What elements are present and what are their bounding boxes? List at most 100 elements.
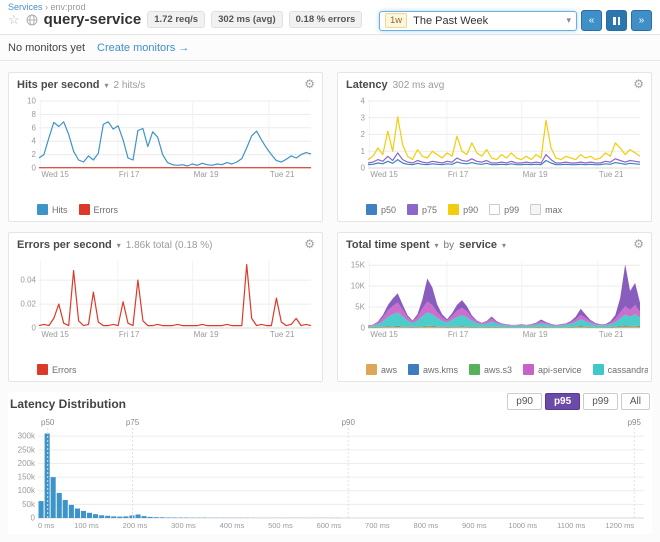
globe-icon[interactable] [26, 14, 38, 26]
legend-item-Errors[interactable]: Errors [79, 204, 119, 215]
svg-text:400 ms: 400 ms [220, 521, 245, 530]
svg-text:Wed 15: Wed 15 [41, 170, 69, 179]
svg-text:50k: 50k [22, 500, 36, 509]
legend-item-aws.s3[interactable]: aws.s3 [469, 364, 512, 375]
hits-legend: Hits Errors [37, 204, 319, 215]
legend-item-max[interactable]: max [530, 204, 562, 215]
legend-item-p99[interactable]: p99 [489, 204, 519, 215]
time-range-input[interactable]: 1w The Past Week ▾ [379, 11, 577, 31]
hits-panel-title[interactable]: Hits per second [17, 79, 100, 91]
svg-text:200k: 200k [18, 459, 36, 468]
percentile-button-p90[interactable]: p90 [507, 393, 542, 410]
legend-swatch [489, 204, 500, 215]
legend-swatch [366, 204, 377, 215]
latency-chart: 01234Wed 15Fri 17Mar 19Tue 21 [344, 97, 643, 181]
svg-text:4: 4 [361, 97, 366, 106]
group-by-selector[interactable]: service [459, 239, 497, 251]
svg-text:1000 ms: 1000 ms [508, 521, 537, 530]
hits-panel-subtitle: 2 hits/s [114, 80, 146, 91]
group-by-label: by [444, 240, 455, 251]
monitors-status: No monitors yet [8, 42, 85, 54]
legend-item-Hits[interactable]: Hits [37, 204, 68, 215]
svg-text:Fri 17: Fri 17 [119, 330, 140, 339]
legend-label: aws [381, 365, 397, 375]
svg-text:0.04: 0.04 [20, 276, 36, 285]
time-back-button[interactable]: « [581, 10, 602, 31]
latency-distribution-title: Latency Distribution [10, 397, 126, 411]
time-forward-button[interactable]: » [631, 10, 652, 31]
latency-distribution-chart: 050k100k150k200k250k300kp50p75p90p950 ms… [8, 416, 652, 532]
legend-item-aws[interactable]: aws [366, 364, 397, 375]
svg-text:5K: 5K [355, 303, 365, 312]
latency-panel: Latency 302 ms avg ⚙ 01234Wed 15Fri 17Ma… [337, 72, 652, 222]
gear-icon[interactable]: ⚙ [304, 77, 315, 91]
svg-text:0: 0 [361, 324, 366, 333]
percentile-button-all[interactable]: All [621, 393, 650, 410]
svg-text:100 ms: 100 ms [74, 521, 99, 530]
legend-item-Errors[interactable]: Errors [37, 364, 77, 375]
time-controls: 1w The Past Week ▾ « » [379, 10, 652, 31]
latency-panel-subtitle: 302 ms avg [393, 80, 445, 91]
svg-text:p75: p75 [126, 418, 140, 427]
legend-item-p90[interactable]: p90 [448, 204, 478, 215]
legend-item-aws.kms[interactable]: aws.kms [408, 364, 458, 375]
requests-badge: 1.72 req/s [147, 11, 205, 28]
legend-label: cassandra [608, 365, 648, 375]
hits-panel: Hits per second ▾ 2 hits/s ⚙ 0246810Wed … [8, 72, 323, 222]
legend-label: p99 [504, 205, 519, 215]
pause-icon [618, 17, 621, 25]
errors-panel-title[interactable]: Errors per second [17, 239, 112, 251]
total-time-chart: 05K10K15KWed 15Fri 17Mar 19Tue 21 [344, 257, 643, 341]
svg-text:8: 8 [32, 110, 37, 119]
percentile-buttons: p90p95p99All [507, 393, 650, 410]
create-monitors-link[interactable]: Create monitors → [97, 42, 189, 54]
time-pause-button[interactable] [606, 10, 627, 31]
chevron-down-icon: ▾ [566, 15, 571, 26]
chevron-down-icon: ▾ [435, 241, 439, 250]
total-time-legend: awsaws.kmsaws.s3api-servicecassandractx-… [366, 364, 648, 375]
chevron-down-icon: ▾ [117, 241, 121, 250]
errors-panel-subtitle: 1.86k total (0.18 %) [126, 240, 213, 251]
legend-label: aws.s3 [484, 365, 512, 375]
svg-text:0.02: 0.02 [20, 300, 36, 309]
legend-item-p75[interactable]: p75 [407, 204, 437, 215]
percentile-button-p99[interactable]: p99 [583, 393, 618, 410]
legend-label: max [545, 205, 562, 215]
gear-icon[interactable]: ⚙ [304, 237, 315, 251]
svg-text:Wed 15: Wed 15 [370, 170, 398, 179]
legend-item-p50[interactable]: p50 [366, 204, 396, 215]
legend-label: Errors [94, 205, 119, 215]
svg-text:300 ms: 300 ms [171, 521, 196, 530]
legend-swatch [530, 204, 541, 215]
monitors-bar: No monitors yet Create monitors → [0, 35, 660, 61]
svg-text:250k: 250k [18, 445, 36, 454]
percentile-button-p95[interactable]: p95 [545, 393, 580, 410]
gear-icon[interactable]: ⚙ [633, 77, 644, 91]
legend-item-cassandra[interactable]: cassandra [593, 364, 648, 375]
gear-icon[interactable]: ⚙ [633, 237, 644, 251]
legend-label: api-service [538, 365, 582, 375]
svg-text:150k: 150k [18, 473, 36, 482]
legend-swatch [408, 364, 419, 375]
legend-swatch [37, 364, 48, 375]
svg-text:0: 0 [32, 324, 37, 333]
svg-text:500 ms: 500 ms [268, 521, 293, 530]
service-page: Services › env:prod ☆ query-service 1.72… [0, 0, 660, 542]
svg-text:p95: p95 [628, 418, 642, 427]
svg-text:600 ms: 600 ms [317, 521, 342, 530]
latency-badge: 302 ms (avg) [211, 11, 283, 28]
legend-swatch [407, 204, 418, 215]
svg-text:1200 ms: 1200 ms [605, 521, 634, 530]
svg-text:Tue 21: Tue 21 [270, 330, 295, 339]
svg-text:Mar 19: Mar 19 [194, 330, 219, 339]
legend-item-api-service[interactable]: api-service [523, 364, 582, 375]
total-time-panel-title[interactable]: Total time spent [346, 239, 430, 251]
svg-text:1100 ms: 1100 ms [557, 521, 585, 530]
hits-chart: 0246810Wed 15Fri 17Mar 19Tue 21 [15, 97, 314, 181]
favorite-star-icon[interactable]: ☆ [8, 13, 20, 26]
title-row: ☆ query-service 1.72 req/s 302 ms (avg) … [8, 11, 362, 28]
svg-text:Wed 15: Wed 15 [370, 330, 398, 339]
svg-text:900 ms: 900 ms [462, 521, 487, 530]
legend-swatch [523, 364, 534, 375]
latency-panel-title[interactable]: Latency [346, 79, 388, 91]
